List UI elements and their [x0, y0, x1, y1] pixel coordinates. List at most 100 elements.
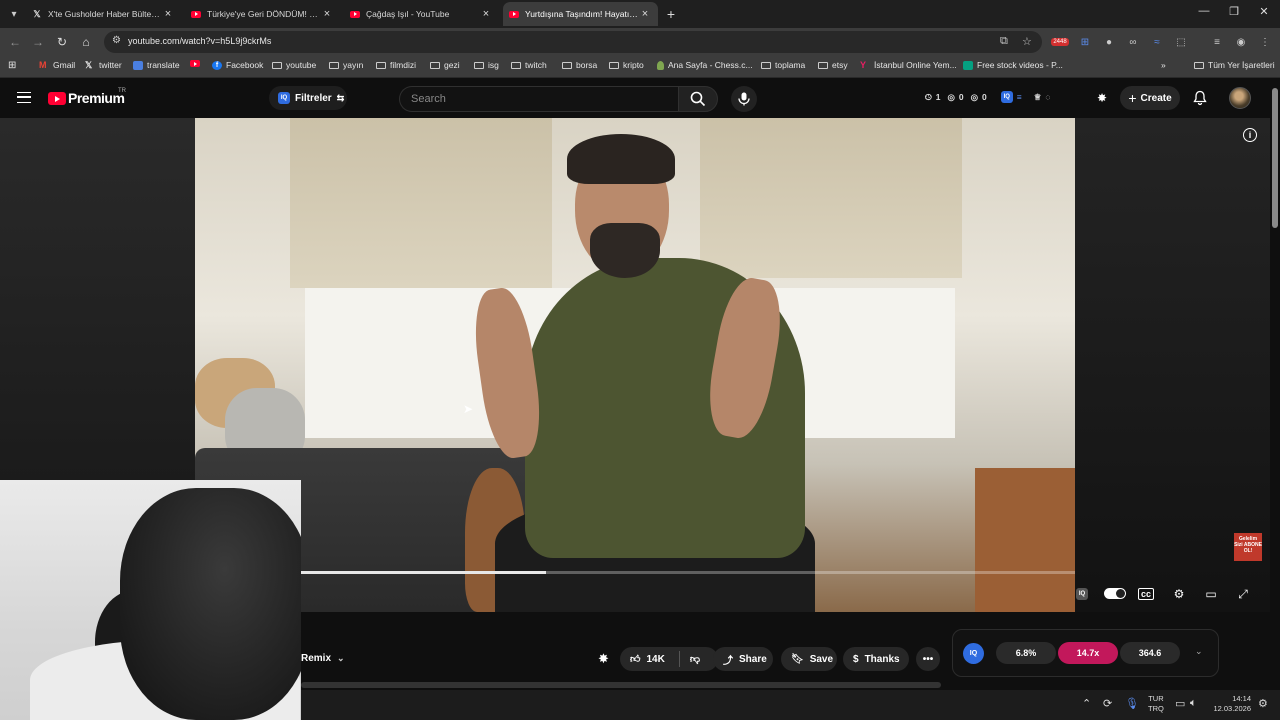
autoplay-toggle[interactable] — [1104, 588, 1126, 599]
chat-icon[interactable]: ◌ — [1045, 92, 1050, 102]
bookmark-folder-borsa[interactable]: borsa — [562, 60, 597, 70]
site-settings-icon[interactable]: ⚙ — [112, 35, 121, 46]
bookmark-folder-yayin[interactable]: yayın — [329, 60, 363, 70]
like-count[interactable]: 14K — [646, 654, 664, 665]
circle-ext-icon[interactable]: ● — [1101, 34, 1117, 50]
avatar[interactable] — [1229, 87, 1251, 109]
close-icon[interactable]: × — [161, 8, 175, 20]
puzzle-icon[interactable]: ⬚ — [1173, 34, 1189, 50]
bookmark-yemek[interactable]: Y İstanbul Online Yem... — [860, 60, 957, 70]
save-button[interactable]: 🔖︎ Save — [781, 647, 837, 671]
voice-search-button[interactable] — [731, 86, 757, 112]
bookmark-folder-etsy[interactable]: etsy — [818, 60, 848, 70]
tab-search-icon[interactable]: ▾ — [5, 5, 23, 23]
remix-button[interactable]: Remix ⌄ — [301, 647, 345, 669]
close-icon[interactable]: × — [638, 8, 652, 20]
theater-mode-icon[interactable]: ▭ — [1202, 586, 1220, 602]
volume-icon[interactable]: 🔈︎ — [1190, 697, 1197, 710]
apps-icon[interactable]: ⊞ — [8, 60, 16, 71]
forward-icon[interactable]: → — [30, 34, 46, 50]
bookmark-folder-youtube[interactable]: youtube — [272, 60, 316, 70]
bookmark-label: borsa — [576, 60, 598, 70]
bookmarks-overflow-icon[interactable]: » — [1161, 60, 1166, 70]
close-icon[interactable]: × — [479, 8, 493, 20]
search-button[interactable] — [678, 86, 718, 112]
bookmark-folder-gezi[interactable]: gezi — [430, 60, 460, 70]
back-icon[interactable]: ← — [7, 34, 23, 50]
tab-turkiye[interactable]: Türkiye'ye Geri DÖNDÜM! @3( × — [185, 2, 340, 26]
bookmark-star-icon[interactable]: ☆ — [1022, 35, 1032, 48]
home-icon[interactable]: ⌂ — [78, 34, 94, 50]
system-clock[interactable]: 14:14 12.03.2026 — [1207, 694, 1251, 714]
reload-icon[interactable]: ↻ — [54, 34, 70, 50]
horizontal-scrollbar[interactable] — [301, 682, 941, 688]
video-player[interactable] — [195, 118, 1075, 612]
tab-yurtdisi[interactable]: Yurtdışına Taşındım! Hayatım D × — [503, 2, 658, 26]
search-input[interactable]: Search — [399, 86, 678, 112]
share-button[interactable]: ⤴ Share — [713, 647, 773, 671]
bookmark-folder-twitch[interactable]: twitch — [511, 60, 547, 70]
wave-ext-icon[interactable]: ≈ — [1149, 34, 1165, 50]
notifications-icon[interactable] — [1192, 90, 1208, 111]
minimize-icon[interactable]: — — [1189, 5, 1219, 17]
vertical-scrollbar[interactable] — [1272, 88, 1278, 228]
bookmark-folder-toplama[interactable]: toplama — [761, 60, 805, 70]
captions-icon[interactable]: cc — [1138, 588, 1154, 600]
subscribe-watermark[interactable]: Gelelim Sizi ABONE OL! — [1234, 533, 1262, 561]
dislike-icon[interactable]: 👎︎ — [690, 653, 700, 665]
restore-icon[interactable]: ❐ — [1219, 5, 1249, 18]
sync-icon[interactable]: ⟳ — [1103, 697, 1112, 710]
settings-gear-icon[interactable]: ⚙ — [1170, 586, 1188, 602]
create-button[interactable]: + Create — [1120, 86, 1180, 110]
iq-control-icon[interactable]: IQ — [1073, 586, 1091, 602]
close-icon[interactable]: × — [320, 8, 334, 20]
tab-title: Yurtdışına Taşındım! Hayatım D — [525, 9, 638, 19]
list-icon[interactable]: ≡ — [1017, 92, 1022, 102]
new-tab-icon[interactable]: + — [664, 5, 678, 23]
sparkle-action-icon[interactable]: ✸ — [598, 651, 609, 667]
install-icon[interactable]: ⧉ — [1000, 35, 1008, 48]
translate-ext-icon[interactable]: ⊞ — [1077, 34, 1093, 50]
sparkle-icon[interactable]: ✸ — [1097, 91, 1107, 105]
trophy-icon[interactable]: ♕ — [1034, 92, 1042, 103]
thanks-button[interactable]: $ Thanks — [843, 647, 909, 671]
window-close-icon[interactable]: ✕ — [1249, 5, 1279, 18]
extension-badge-icon[interactable]: 2448 — [1051, 34, 1069, 50]
mic-tray-icon[interactable]: 🎙︎ — [1125, 697, 1139, 710]
tab-cagdas[interactable]: Çağdaş Işıl - YouTube × — [344, 2, 499, 26]
menu-dots-icon[interactable]: ⋮ — [1257, 34, 1273, 50]
bookmark-chess[interactable]: Ana Sayfa - Chess.c... — [657, 60, 753, 70]
omnibox[interactable]: ⚙ youtube.com/watch?v=h5L9j9ckrMs ⧉ ☆ — [104, 31, 1042, 53]
youtube-premium-logo[interactable]: Premium — [68, 90, 125, 106]
bookmark-folder-isg[interactable]: isg — [474, 60, 499, 70]
network-icon[interactable]: ▭ — [1175, 697, 1185, 710]
language-indicator[interactable]: TUR TRQ — [1148, 694, 1164, 714]
menu-icon[interactable] — [17, 92, 31, 103]
info-icon[interactable]: i — [1243, 128, 1257, 142]
all-bookmarks[interactable]: Tüm Yer İşaretleri — [1194, 60, 1275, 70]
bookmark-folder-kripto[interactable]: kripto — [609, 60, 644, 70]
iq-icon[interactable]: IQ — [963, 643, 984, 664]
tab-x[interactable]: 𝕏 X'te Gusholder Haber Bülteni: " × — [26, 2, 181, 26]
media-icon[interactable]: ≡ — [1209, 34, 1225, 50]
bookmark-translate[interactable]: translate — [133, 60, 180, 70]
tray-chevron-up-icon[interactable]: ⌃ — [1082, 697, 1091, 710]
like-icon[interactable]: 👍︎ — [630, 653, 640, 665]
iq-icon[interactable]: IQ — [1000, 91, 1013, 103]
youtube-logo-icon[interactable] — [48, 92, 66, 105]
bookmark-folder-filmdizi[interactable]: filmdizi — [376, 60, 416, 70]
glasses-ext-icon[interactable]: ∞ — [1125, 34, 1141, 50]
bookmark-pexels[interactable]: Free stock videos - P... — [963, 60, 1063, 70]
more-actions-button[interactable]: ••• — [916, 647, 940, 671]
profile-icon[interactable]: ◉ — [1233, 34, 1249, 50]
notification-center-icon[interactable]: ⚙ — [1258, 697, 1268, 710]
bookmark-facebook[interactable]: f Facebook — [212, 60, 263, 70]
bookmark-gmail[interactable]: M Gmail — [39, 60, 75, 70]
chevron-down-icon[interactable]: ⌄ — [1195, 646, 1203, 657]
bookmark-twitter[interactable]: 𝕏twitter — [85, 60, 122, 70]
youtube-icon — [350, 9, 360, 19]
stat-views-value: 0 — [958, 92, 964, 102]
fullscreen-icon[interactable]: ⤢ — [1234, 586, 1252, 602]
bookmark-youtube-icon[interactable] — [190, 60, 204, 69]
filters-button[interactable]: IQ Filtreler ⇆ — [269, 86, 347, 110]
